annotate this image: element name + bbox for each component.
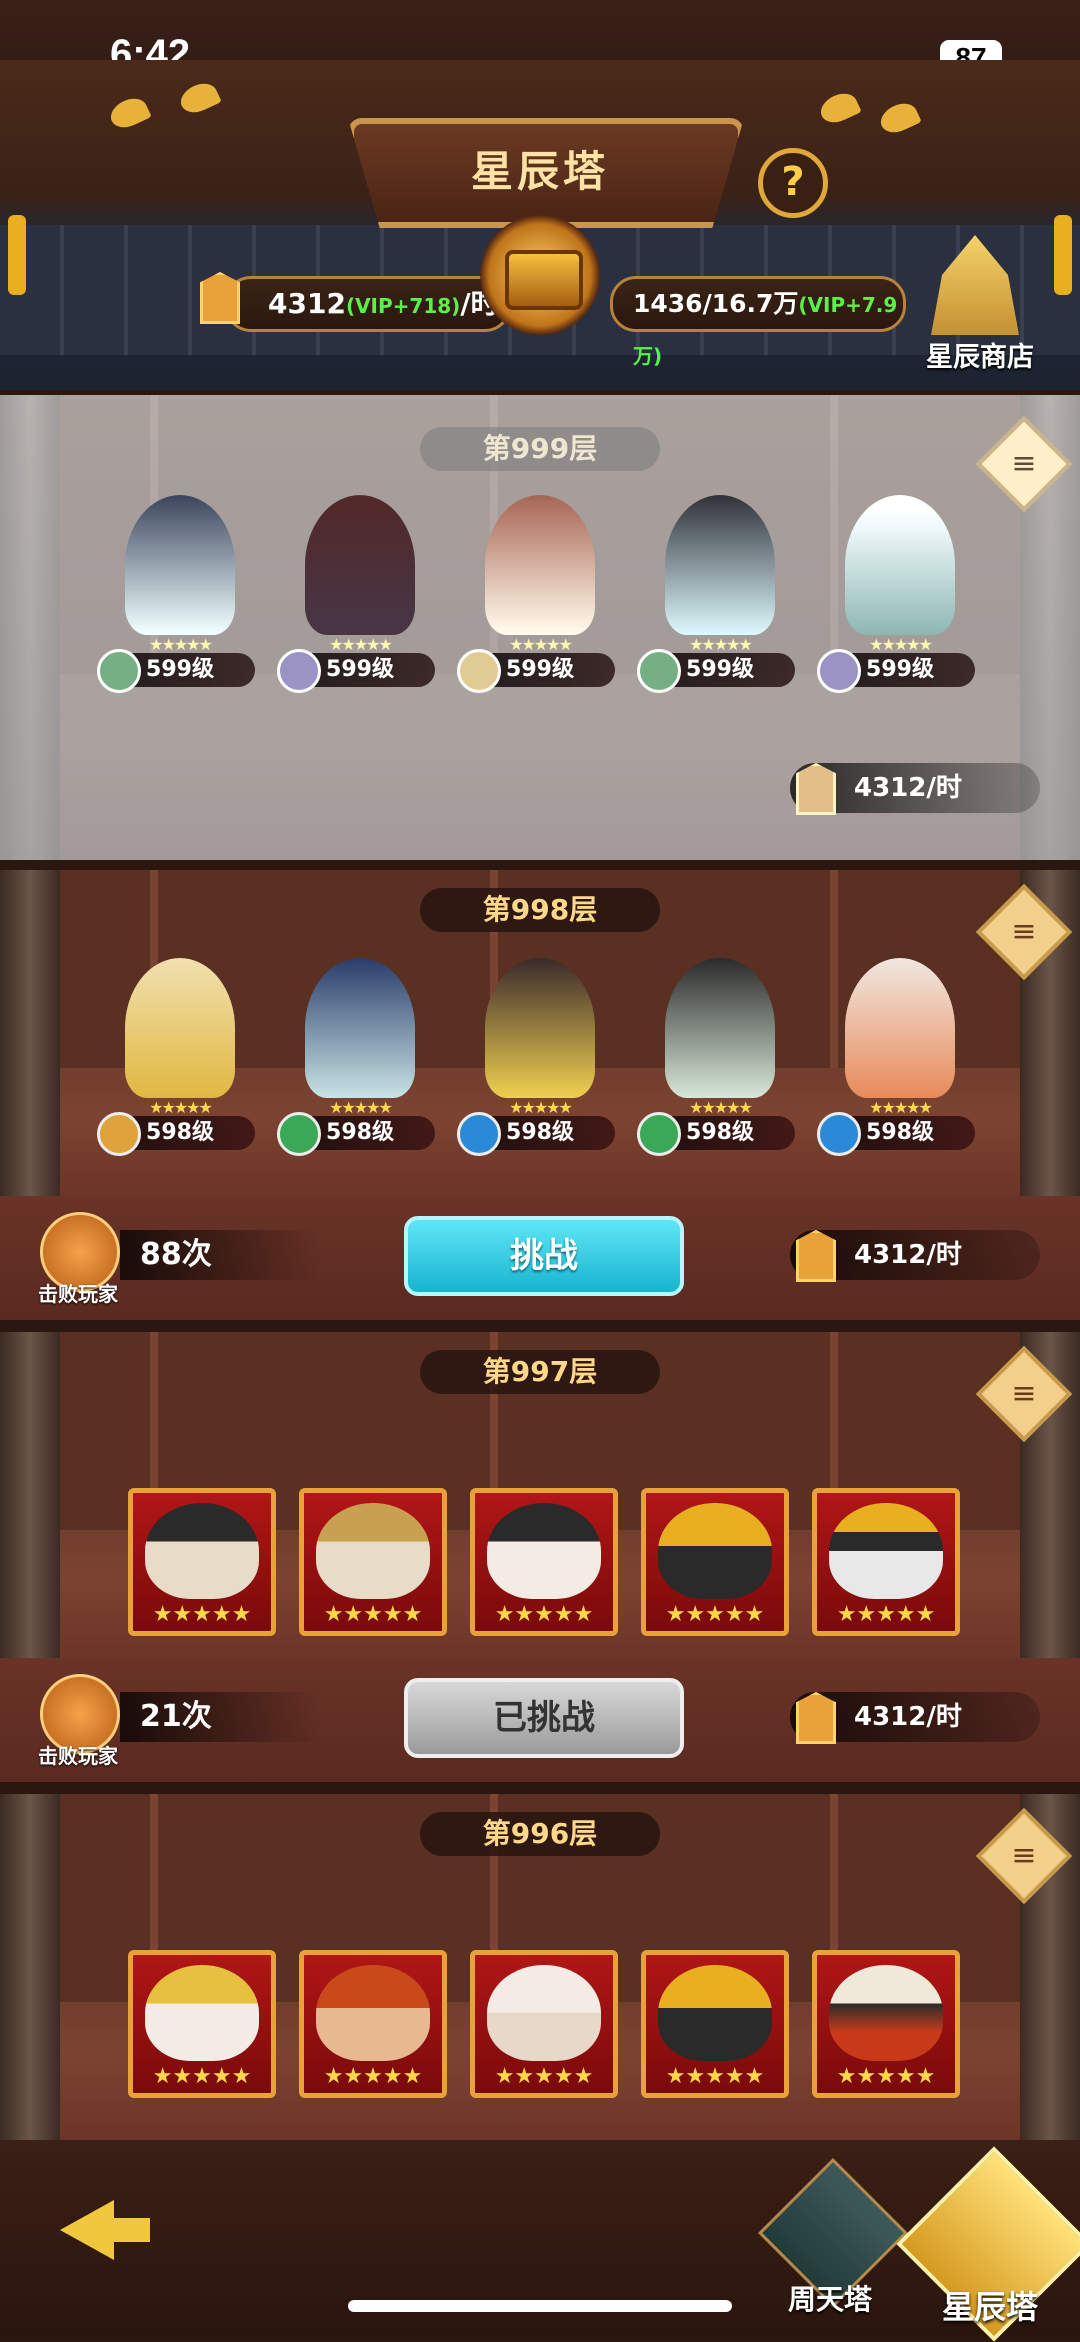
- floor-998: 第998层 ≡ ★★★★★ 598级 ★★★★★ 598级 ★★★★★ 598级…: [0, 870, 1080, 1200]
- tower-coin-icon: [796, 763, 836, 815]
- floor-label: 第998层: [420, 888, 660, 932]
- lantern-icon: [1054, 215, 1072, 295]
- star-tower-label: 星辰塔: [941, 2288, 1038, 2326]
- tower-coin-icon: [200, 272, 240, 324]
- defeat-players-label: 击败玩家: [38, 1282, 118, 1306]
- tower-coin-icon: [796, 1692, 836, 1744]
- hero-stars: ★★★★★: [494, 2064, 594, 2089]
- sun-element-icon: [97, 1112, 141, 1156]
- floor-label: 第996层: [420, 1812, 660, 1856]
- document-icon: ≡: [1011, 446, 1037, 481]
- hero-slot[interactable]: ★★★★★ 598级: [97, 958, 255, 1156]
- defeat-players-label: 击败玩家: [38, 1744, 118, 1768]
- hero-slot[interactable]: ★★★★★ 599级: [277, 495, 435, 693]
- tower-coin-icon: [796, 1230, 836, 1282]
- hourly-rate-vip: (VIP+718): [345, 294, 461, 318]
- hero-level: 599级: [457, 649, 615, 693]
- hero-card[interactable]: ★★★★★: [470, 1488, 618, 1636]
- nature-element-icon: [637, 649, 681, 693]
- hero-slot[interactable]: ★★★★★ 598级: [277, 958, 435, 1156]
- hero-stars: ★★★★★: [323, 1602, 423, 1627]
- hero-stars: ★★★★★: [152, 1602, 252, 1627]
- hero-card[interactable]: ★★★★★: [128, 1950, 276, 2098]
- floor-rate: 4312/时: [790, 1230, 1040, 1282]
- floor-999: 第999层 ≡ ★★★★★ 599级 ★★★★★ 599级 ★★★★★ 599级…: [0, 395, 1080, 860]
- help-button[interactable]: ?: [758, 148, 828, 218]
- hero-level: 599级: [97, 649, 255, 693]
- page-title: 星辰塔: [470, 147, 609, 196]
- challenge-button[interactable]: 挑战: [404, 1216, 684, 1296]
- storage-value: 1436/16.7万: [633, 289, 799, 318]
- hero-slot[interactable]: ★★★★★ 599级: [457, 495, 615, 693]
- hero-slot[interactable]: ★★★★★ 598级: [457, 958, 615, 1156]
- water-element-icon: [457, 1112, 501, 1156]
- hero-stars: ★★★★★: [494, 1602, 594, 1627]
- hero-card[interactable]: ★★★★★: [299, 1488, 447, 1636]
- floor-label: 第997层: [420, 1350, 660, 1394]
- floor-label: 第999层: [420, 427, 660, 471]
- hero-stars: ★★★★★: [836, 2064, 936, 2089]
- nature-element-icon: [97, 649, 141, 693]
- sun-element-icon: [457, 649, 501, 693]
- nature-element-icon: [637, 1112, 681, 1156]
- treasure-chest-icon: [505, 250, 583, 310]
- hero-stars: ★★★★★: [665, 1602, 765, 1627]
- hero-level: 598级: [457, 1112, 615, 1156]
- floor-997-actions: 击败玩家 21次 已挑战 4312/时: [0, 1658, 1080, 1782]
- floor-rate: 4312/时: [790, 763, 1040, 815]
- moon-element-icon: [277, 649, 321, 693]
- hero-card[interactable]: ★★★★★: [641, 1488, 789, 1636]
- floor-997: 第997层 ≡ ★★★★★ ★★★★★ ★★★★★ ★★★★★ ★★★★★: [0, 1332, 1080, 1662]
- hourly-rate-pill: 4312(VIP+718)/时: [225, 276, 511, 332]
- storage-pill: 1436/16.7万(VIP+7.9万): [610, 276, 906, 368]
- hero-stars: ★★★★★: [665, 2064, 765, 2089]
- hero-card[interactable]: ★★★★★: [299, 1950, 447, 2098]
- hero-stars: ★★★★★: [323, 2064, 423, 2089]
- hero-slot[interactable]: ★★★★★ 598级: [817, 958, 975, 1156]
- hero-stars: ★★★★★: [836, 1602, 936, 1627]
- hero-card[interactable]: ★★★★★: [812, 1950, 960, 2098]
- document-icon: ≡: [1011, 914, 1037, 949]
- hero-stars: ★★★★★: [152, 2064, 252, 2089]
- hero-level: 598级: [97, 1112, 255, 1156]
- hero-slot[interactable]: ★★★★★ 599级: [637, 495, 795, 693]
- hero-level: 599级: [817, 649, 975, 693]
- hero-card[interactable]: ★★★★★: [812, 1488, 960, 1636]
- hero-level: 598级: [277, 1112, 435, 1156]
- zhoutian-tower-label: 周天塔: [787, 2283, 872, 2316]
- home-indicator[interactable]: [348, 2300, 732, 2312]
- moon-element-icon: [817, 649, 861, 693]
- hero-slot[interactable]: ★★★★★ 599级: [97, 495, 255, 693]
- floor-996: 第996层 ≡ ★★★★★ ★★★★★ ★★★★★ ★★★★★ ★★★★★: [0, 1794, 1080, 2140]
- nature-element-icon: [277, 1112, 321, 1156]
- hero-level: 599级: [637, 649, 795, 693]
- star-shop-label: 星辰商店: [926, 342, 1034, 373]
- floor-rate: 4312/时: [790, 1692, 1040, 1744]
- defeat-count: 21次: [120, 1692, 320, 1742]
- document-icon: ≡: [1011, 1838, 1037, 1873]
- hero-level: 599级: [277, 649, 435, 693]
- defeat-count: 88次: [120, 1230, 320, 1280]
- hourly-rate-value: 4312: [268, 287, 346, 320]
- challenged-button[interactable]: 已挑战: [404, 1678, 684, 1758]
- hero-level: 598级: [637, 1112, 795, 1156]
- document-icon: ≡: [1011, 1376, 1037, 1411]
- hero-card[interactable]: ★★★★★: [641, 1950, 789, 2098]
- floor-998-actions: 击败玩家 88次 挑战 4312/时: [0, 1196, 1080, 1320]
- hero-card[interactable]: ★★★★★: [128, 1488, 276, 1636]
- water-element-icon: [817, 1112, 861, 1156]
- hero-level: 598级: [817, 1112, 975, 1156]
- hero-card[interactable]: ★★★★★: [470, 1950, 618, 2098]
- lantern-icon: [8, 215, 26, 295]
- hero-slot[interactable]: ★★★★★ 598级: [637, 958, 795, 1156]
- hero-slot[interactable]: ★★★★★ 599级: [817, 495, 975, 693]
